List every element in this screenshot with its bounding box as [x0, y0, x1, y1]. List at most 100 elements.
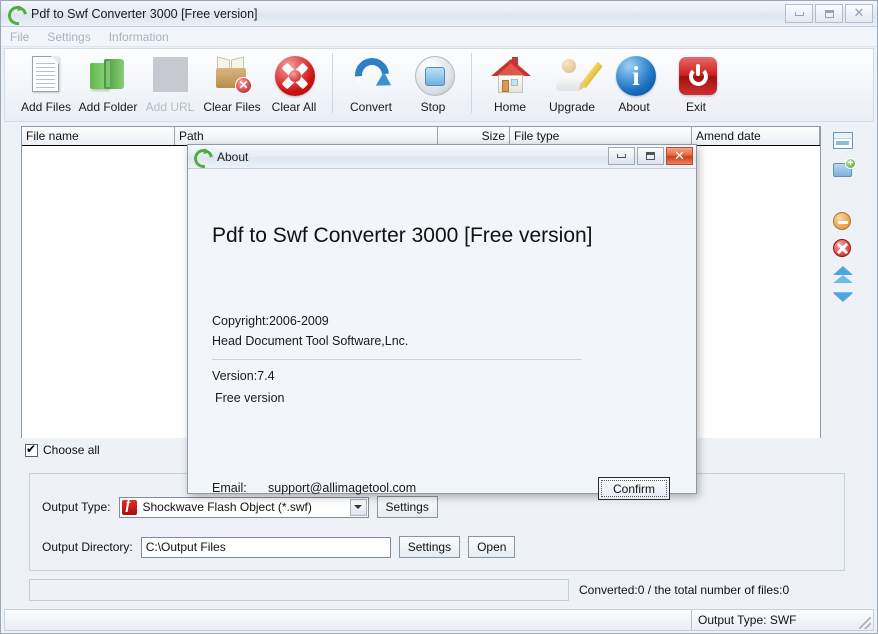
- about-dialog-body: Pdf to Swf Converter 3000 [Free version]…: [188, 169, 696, 500]
- about-version: Version:7.4: [212, 369, 275, 383]
- about-copyright: Copyright:2006-2009: [212, 314, 329, 328]
- menu-item-file[interactable]: File: [1, 29, 38, 45]
- power-icon: [673, 54, 719, 98]
- column-header-path[interactable]: Path: [175, 127, 438, 145]
- convert-arrow-icon: [348, 51, 396, 99]
- output-type-label: Output Type:: [42, 500, 111, 514]
- about-email-value: support@allimagetool.com: [268, 481, 417, 495]
- column-header-size[interactable]: Size: [438, 127, 510, 145]
- toolbar-button-home[interactable]: Home: [479, 49, 541, 121]
- output-type-settings-button[interactable]: Settings: [376, 496, 438, 518]
- choose-all-row[interactable]: Choose all: [25, 442, 100, 457]
- menu-item-information[interactable]: Information: [100, 29, 178, 45]
- close-icon: ✕: [674, 148, 685, 164]
- document-icon: [23, 54, 69, 98]
- output-type-select[interactable]: Shockwave Flash Object (*.swf): [118, 496, 369, 518]
- toolbar-button-about[interactable]: i About: [603, 49, 665, 121]
- choose-all-label: Choose all: [43, 443, 100, 457]
- about-company: Head Document Tool Software,Lnc.: [212, 334, 409, 348]
- about-edition: Free version: [215, 391, 285, 405]
- toolbar-button-exit[interactable]: Exit: [665, 49, 727, 121]
- close-icon: ✕: [853, 6, 865, 21]
- move-up-icon[interactable]: [833, 266, 855, 288]
- output-type-value: Shockwave Flash Object (*.swf): [142, 500, 312, 514]
- toolbar-button-add-files[interactable]: Add Files: [15, 49, 77, 121]
- about-dialog-minimize-button[interactable]: [608, 147, 635, 165]
- about-dialog-title-bar: About ✕: [188, 145, 696, 169]
- menu-bar: File Settings Information: [1, 27, 877, 47]
- url-icon: [147, 54, 193, 98]
- toolbar-button-add-url: Add URL: [139, 49, 201, 121]
- toolbar-button-stop[interactable]: Stop: [402, 49, 464, 121]
- info-circle-icon: i: [611, 54, 657, 98]
- output-directory-row: Output Directory: C:\Output Files Settin…: [42, 536, 516, 558]
- output-directory-settings-button[interactable]: Settings: [398, 536, 461, 558]
- flash-icon: [121, 497, 137, 515]
- stop-square-icon: [410, 54, 456, 98]
- column-header-file-name[interactable]: File name: [22, 127, 175, 145]
- delete-icon[interactable]: [833, 239, 855, 261]
- about-dialog-close-button[interactable]: ✕: [666, 147, 693, 165]
- about-dialog-icon: [193, 148, 211, 166]
- menu-item-settings[interactable]: Settings: [38, 29, 99, 45]
- application-window: Pdf to Swf Converter 3000 [Free version]…: [0, 0, 878, 634]
- move-down-icon[interactable]: [833, 292, 855, 315]
- toolbar-label-convert: Convert: [349, 100, 393, 114]
- house-icon: [487, 54, 533, 98]
- progress-bar: [29, 579, 569, 601]
- title-bar: Pdf to Swf Converter 3000 [Free version]…: [1, 1, 877, 27]
- about-product-heading: Pdf to Swf Converter 3000 [Free version]: [212, 224, 593, 247]
- about-dialog-title: About: [217, 149, 249, 164]
- output-directory-label: Output Directory:: [42, 540, 133, 554]
- toolbar-label-clear-files: Clear Files: [203, 100, 261, 114]
- toolbar-label-clear-all: Clear All: [271, 100, 317, 114]
- toolbar-label-stop: Stop: [420, 100, 446, 114]
- folders-icon: [85, 54, 131, 98]
- about-email-label: Email:: [212, 481, 247, 495]
- toolbar-button-upgrade[interactable]: Upgrade: [541, 49, 603, 121]
- status-bar-output-type: Output Type: SWF: [698, 613, 797, 627]
- column-header-amend-date[interactable]: Amend date: [692, 127, 820, 145]
- box-delete-icon: ✕: [209, 54, 255, 98]
- minimize-icon: [794, 11, 804, 16]
- chevron-down-icon[interactable]: [349, 498, 367, 516]
- toolbar-button-convert[interactable]: Convert: [340, 49, 402, 121]
- view-list-icon[interactable]: [833, 132, 855, 154]
- add-folder-icon[interactable]: +: [833, 158, 856, 182]
- minimize-button[interactable]: [785, 4, 813, 23]
- about-confirm-button[interactable]: Confirm: [598, 477, 670, 500]
- close-button[interactable]: ✕: [845, 4, 873, 23]
- column-header-file-type[interactable]: File type: [510, 127, 692, 145]
- maximize-button[interactable]: [815, 4, 843, 23]
- output-directory-input[interactable]: C:\Output Files: [140, 536, 391, 558]
- focus-outline: [601, 480, 667, 497]
- maximize-icon: [646, 152, 655, 160]
- toolbar-button-clear-all[interactable]: Clear All: [263, 49, 325, 121]
- app-icon: [7, 5, 25, 23]
- side-tool-strip: +: [823, 126, 877, 438]
- resize-grip[interactable]: [859, 617, 871, 629]
- toolbar-label-about: About: [618, 100, 650, 114]
- red-x-circle-icon: [271, 54, 317, 98]
- status-bar-panel-left: [5, 610, 692, 630]
- window-controls: ✕: [785, 4, 873, 23]
- about-divider: [212, 359, 582, 360]
- output-directory-open-button[interactable]: Open: [468, 536, 516, 558]
- toolbar-separator: [332, 53, 333, 113]
- conversion-status: Converted:0 / the total number of files:…: [579, 583, 790, 597]
- toolbar-button-clear-files[interactable]: ✕ Clear Files: [201, 49, 263, 121]
- toolbar-label-exit: Exit: [685, 100, 706, 114]
- toolbar-label-home: Home: [493, 100, 526, 114]
- toolbar-button-add-folder[interactable]: Add Folder: [77, 49, 139, 121]
- toolbar-label-add-files: Add Files: [20, 100, 72, 114]
- minimize-icon: [617, 154, 626, 158]
- toolbar-separator-2: [471, 53, 472, 113]
- window-title: Pdf to Swf Converter 3000 [Free version]: [31, 6, 258, 21]
- remove-icon[interactable]: [833, 212, 855, 234]
- about-dialog: About ✕ Pdf to Swf Converter 3000 [Free …: [187, 144, 697, 500]
- toolbar: Add Files Add Folder Add URL ✕ Clear Fil…: [4, 48, 874, 122]
- about-dialog-maximize-button[interactable]: [637, 147, 664, 165]
- toolbar-label-upgrade: Upgrade: [548, 100, 596, 114]
- maximize-icon: [824, 9, 834, 18]
- choose-all-checkbox[interactable]: [25, 442, 38, 457]
